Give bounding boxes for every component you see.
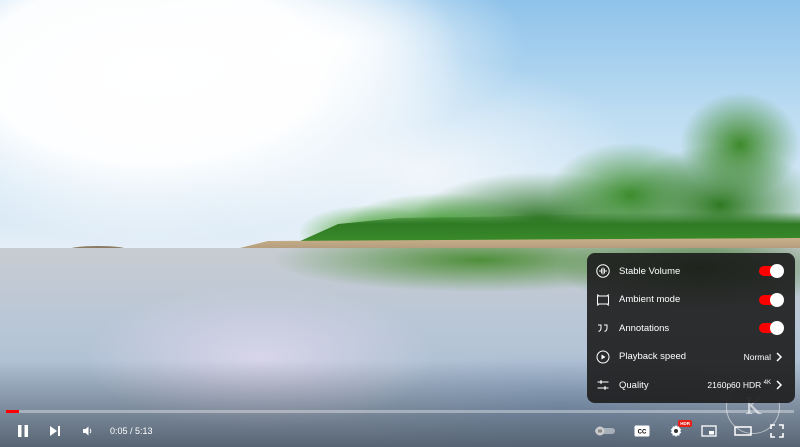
progress-bar[interactable] <box>6 410 794 413</box>
toggle-knob <box>770 292 784 307</box>
quality-sliders-icon <box>587 378 619 392</box>
autoplay-toggle[interactable] <box>592 416 618 446</box>
quality-value: 2160p60 HDR 4K <box>707 380 771 390</box>
volume-icon <box>83 426 92 436</box>
ambient-mode-icon <box>587 293 619 307</box>
annotations-toggle[interactable] <box>759 321 784 336</box>
theater-mode-button[interactable] <box>731 416 755 446</box>
menu-item-label: Annotations <box>619 322 670 334</box>
menu-item-annotations[interactable]: Annotations <box>587 314 795 343</box>
quality-value-text: 2160p60 HDR <box>707 380 762 391</box>
time-display: 0:05 / 5:13 <box>110 416 153 446</box>
annotations-icon <box>587 321 619 335</box>
fullscreen-button[interactable] <box>765 416 789 446</box>
stable-volume-toggle[interactable] <box>759 264 784 279</box>
svg-text:CC: CC <box>638 430 647 436</box>
toggle-knob <box>770 264 784 279</box>
menu-item-label: Stable Volume <box>619 265 681 277</box>
hdr-badge: HDR <box>678 420 692 427</box>
player-controls: 0:05 / 5:13 CC HDR <box>0 416 800 446</box>
miniplayer-icon <box>701 425 717 437</box>
playback-speed-value: Normal <box>743 351 771 362</box>
captions-icon: CC <box>634 425 650 437</box>
toggle-knob <box>770 321 784 336</box>
settings-button[interactable]: HDR <box>664 416 692 446</box>
progress-played <box>6 410 19 413</box>
fullscreen-icon <box>770 424 784 438</box>
chevron-right-icon <box>773 380 785 390</box>
next-button[interactable] <box>44 416 66 446</box>
menu-item-label: Playback speed <box>619 351 687 363</box>
menu-item-playback-speed[interactable]: Playback speed Normal <box>587 343 795 372</box>
stable-volume-icon <box>587 264 619 278</box>
captions-button[interactable]: CC <box>631 416 653 446</box>
time-text: 0:05 / 5:13 <box>110 426 153 436</box>
menu-item-ambient-mode[interactable]: Ambient mode <box>587 286 795 315</box>
settings-menu: Stable Volume Ambient mode Annotations P… <box>587 253 795 403</box>
menu-item-label: Ambient mode <box>619 294 681 306</box>
pause-icon <box>18 425 28 437</box>
pause-button[interactable] <box>12 416 34 446</box>
chevron-right-icon <box>773 352 785 362</box>
autoplay-icon <box>595 426 615 436</box>
volume-button[interactable] <box>77 416 99 446</box>
playback-speed-icon <box>587 350 619 364</box>
menu-item-quality[interactable]: Quality 2160p60 HDR 4K <box>587 371 795 400</box>
ambient-mode-toggle[interactable] <box>759 292 784 307</box>
skip-next-icon <box>50 426 60 436</box>
miniplayer-button[interactable] <box>698 416 720 446</box>
menu-item-stable-volume[interactable]: Stable Volume <box>587 257 795 286</box>
menu-item-label: Quality <box>619 379 649 391</box>
theater-mode-icon <box>734 426 752 436</box>
quality-4k-superscript: 4K <box>763 380 771 387</box>
